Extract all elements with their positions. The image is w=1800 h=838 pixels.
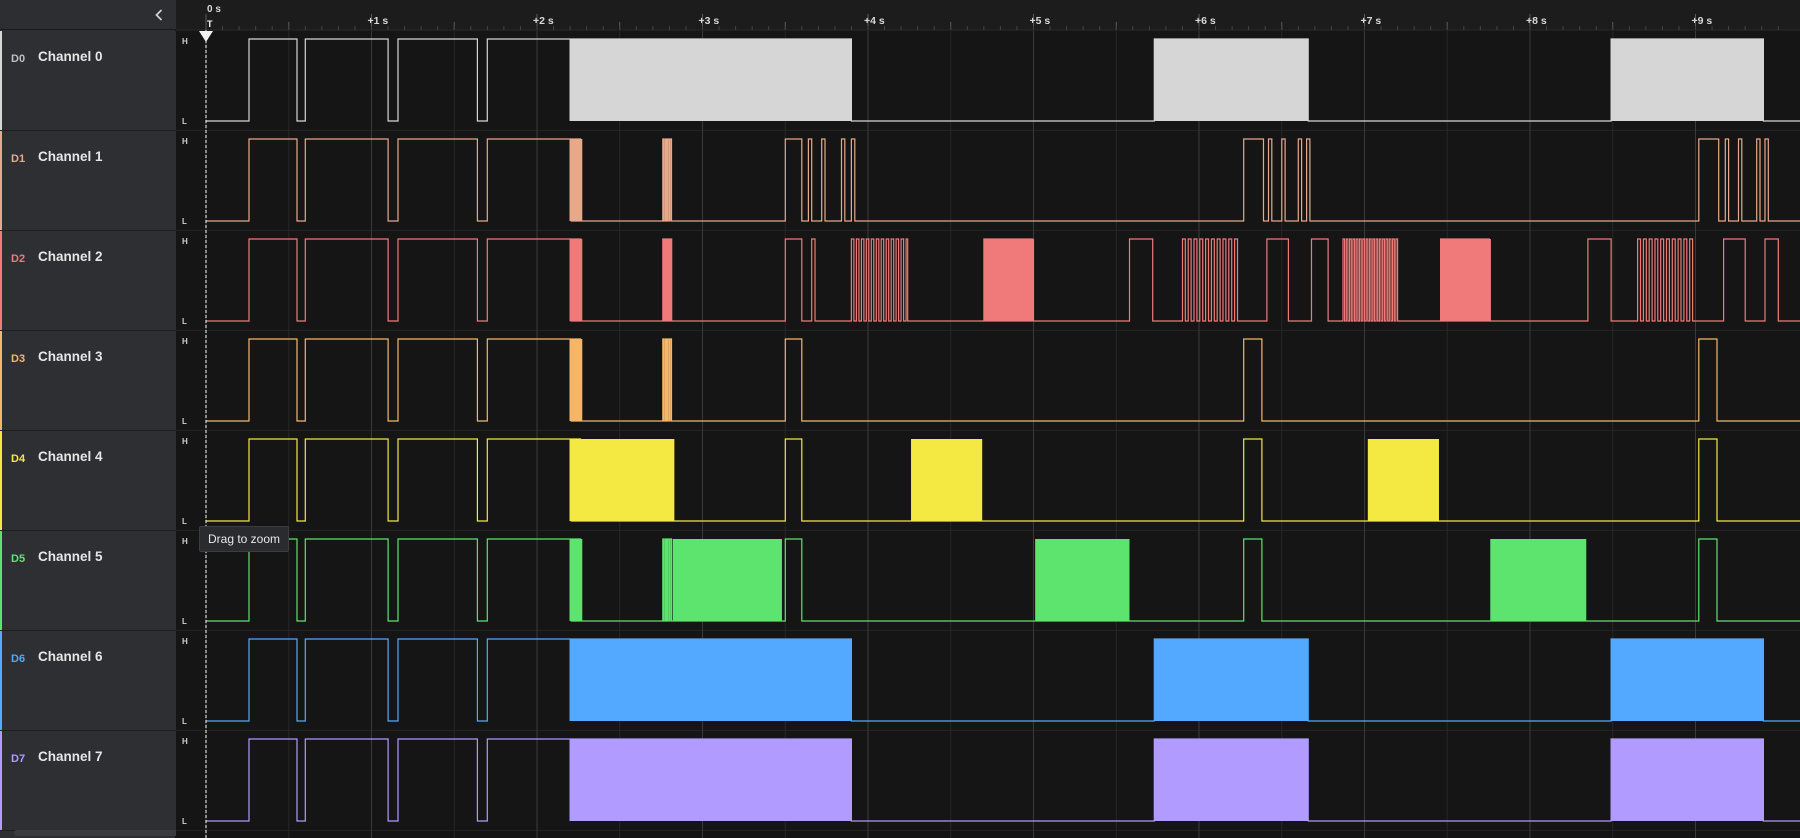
waveform-plot[interactable]: +1 s +2 s +3 s +4 s +5 s +6 s +7 s +8 s +9 s 0 s T… xyxy=(176,0,1800,838)
channel-color-bar xyxy=(0,131,2,230)
channel-id: D3 xyxy=(11,353,26,365)
channel-name: Channel 3 xyxy=(38,349,103,364)
channel-row-7[interactable]: D7 Channel 7 xyxy=(0,731,176,831)
drag-to-zoom-tooltip: Drag to zoom xyxy=(199,526,290,552)
channel-name: Channel 5 xyxy=(38,549,103,564)
dense-signal-block xyxy=(1367,439,1439,521)
level-low-label: L xyxy=(182,317,187,326)
dense-signal-block xyxy=(1611,739,1764,821)
dense-signal-block xyxy=(1611,39,1764,121)
channel-id: D6 xyxy=(11,653,26,665)
time-tick-label: +4 s xyxy=(864,15,885,27)
origin-label: 0 s xyxy=(207,4,221,15)
chevron-left-icon xyxy=(155,9,163,21)
channel-id: D4 xyxy=(11,453,26,465)
level-low-label: L xyxy=(182,217,187,226)
channel-color-bar xyxy=(0,431,2,530)
trigger-label: T xyxy=(207,19,213,29)
time-tick-label: +3 s xyxy=(699,15,720,27)
channel-name: Channel 1 xyxy=(38,149,103,164)
level-high-label: H xyxy=(182,137,188,146)
level-low-label: L xyxy=(182,717,187,726)
channel-id: D5 xyxy=(11,553,26,565)
channel-color-bar xyxy=(0,631,2,730)
level-high-label: H xyxy=(182,437,188,446)
channel-id: D2 xyxy=(11,253,26,265)
dense-signal-block xyxy=(911,439,983,521)
channel-row-4[interactable]: D4 Channel 4 xyxy=(0,431,176,531)
lane-background xyxy=(176,431,1800,530)
channel-id: D7 xyxy=(11,753,26,765)
level-high-label: H xyxy=(182,537,188,546)
level-high-label: H xyxy=(182,337,188,346)
lane-background xyxy=(176,331,1800,430)
time-tick-label: +7 s xyxy=(1361,15,1382,27)
time-tick-label: +1 s xyxy=(368,15,389,27)
time-tick-label: +5 s xyxy=(1030,15,1051,27)
lane-background xyxy=(176,631,1800,730)
channel-row-1[interactable]: D1 Channel 1 xyxy=(0,131,176,231)
lane-background xyxy=(176,131,1800,230)
lane-background xyxy=(176,31,1800,130)
channel-name: Channel 6 xyxy=(38,649,103,664)
dense-signal-block xyxy=(570,739,852,821)
channel-sidebar: D0 Channel 0 D1 Channel 1 D2 Channel 2 D3 Chann… xyxy=(0,0,364,838)
dense-signal-block xyxy=(1154,739,1309,821)
time-tick-label: +9 s xyxy=(1692,15,1713,27)
channel-color-bar xyxy=(0,331,2,430)
channel-row-3[interactable]: D3 Channel 3 xyxy=(0,331,176,431)
channel-color-bar xyxy=(0,31,2,130)
dense-signal-block xyxy=(1154,39,1309,121)
time-tick-label: +8 s xyxy=(1526,15,1547,27)
dense-signal-block xyxy=(570,639,852,721)
time-ruler xyxy=(176,0,1800,30)
collapse-sidebar-button[interactable] xyxy=(148,4,170,26)
channel-row-0[interactable]: D0 Channel 0 xyxy=(0,31,176,131)
logic-analyzer-window: D0 Channel 0 D1 Channel 1 D2 Channel 2 D3 Chann… xyxy=(0,0,1800,838)
channel-name: Channel 2 xyxy=(38,249,103,264)
level-low-label: L xyxy=(182,517,187,526)
dense-signal-block xyxy=(1035,539,1130,621)
level-low-label: L xyxy=(182,417,187,426)
dense-signal-block xyxy=(672,539,782,621)
channel-row-2[interactable]: D2 Channel 2 xyxy=(0,231,176,331)
dense-signal-block xyxy=(1611,639,1764,721)
lane-background xyxy=(176,731,1800,830)
channel-name: Channel 4 xyxy=(38,449,103,464)
level-high-label: H xyxy=(182,737,188,746)
level-high-label: H xyxy=(182,37,188,46)
level-high-label: H xyxy=(182,237,188,246)
channel-id: D1 xyxy=(11,153,26,165)
channel-name: Channel 0 xyxy=(38,49,103,64)
dense-signal-block xyxy=(580,439,675,521)
channel-name: Channel 7 xyxy=(38,749,103,764)
dense-signal-block xyxy=(1490,539,1587,621)
channel-color-bar xyxy=(0,531,2,630)
time-tick-label: +6 s xyxy=(1195,15,1216,27)
level-low-label: L xyxy=(182,817,187,826)
level-low-label: L xyxy=(182,617,187,626)
channel-row-5[interactable]: D5 Channel 5 xyxy=(0,531,176,631)
channel-row-6[interactable]: D6 Channel 6 xyxy=(0,631,176,731)
dense-signal-block xyxy=(570,39,852,121)
dense-signal-block xyxy=(1154,639,1309,721)
channel-id: D0 xyxy=(11,53,26,65)
channel-color-bar xyxy=(0,731,2,830)
level-high-label: H xyxy=(182,637,188,646)
sidebar-header xyxy=(0,0,176,30)
channel-color-bar xyxy=(0,231,2,330)
level-low-label: L xyxy=(182,117,187,126)
time-tick-label: +2 s xyxy=(533,15,554,27)
